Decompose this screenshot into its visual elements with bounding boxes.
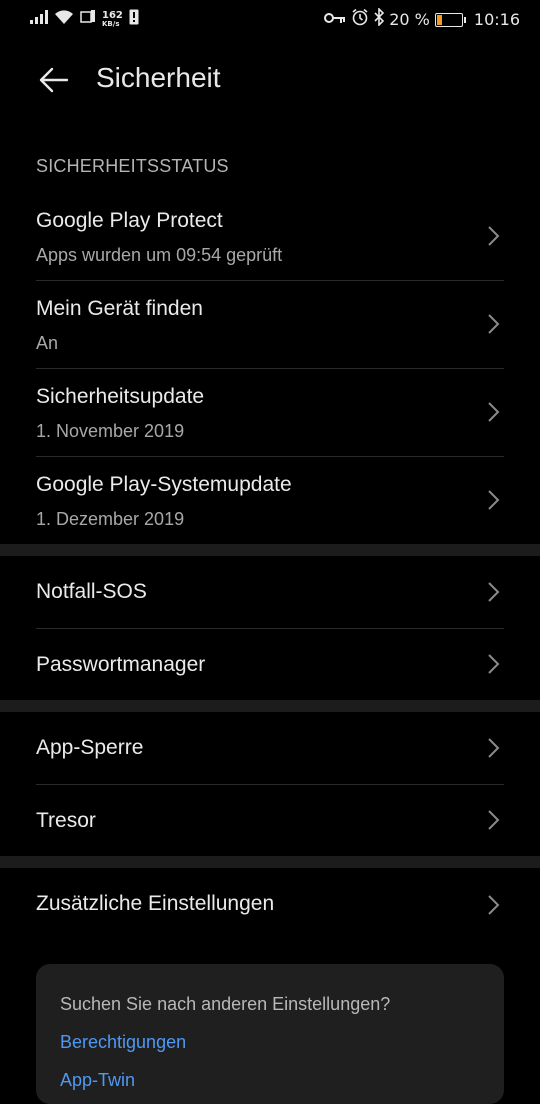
chevron-right-icon bbox=[488, 738, 500, 758]
settings-item-security-update[interactable]: Sicherheitsupdate 1. November 2019 bbox=[0, 376, 540, 456]
settings-item-additional-settings[interactable]: Zusätzliche Einstellungen bbox=[0, 868, 540, 942]
signal-icon bbox=[30, 10, 48, 29]
chevron-right-icon bbox=[488, 226, 500, 246]
chevron-right-icon bbox=[488, 490, 500, 510]
settings-item-title: Tresor bbox=[36, 809, 96, 832]
settings-item-title: Notfall-SOS bbox=[36, 580, 147, 603]
chevron-right-icon bbox=[488, 654, 500, 674]
settings-item-subtitle: 1. Dezember 2019 bbox=[36, 509, 185, 529]
status-bar: 162 KB/s 20 % 10:16 bbox=[0, 0, 540, 36]
key-icon bbox=[324, 11, 346, 29]
app-bar: Sicherheit bbox=[0, 50, 540, 110]
section-label-security-status: SICHERHEITSSTATUS bbox=[36, 156, 229, 176]
section-separator bbox=[0, 856, 540, 868]
link-permissions[interactable]: Berechtigungen bbox=[60, 1032, 186, 1053]
chevron-right-icon bbox=[488, 895, 500, 915]
arrow-left-icon bbox=[39, 67, 69, 93]
settings-item-title: Mein Gerät finden bbox=[36, 297, 203, 320]
settings-item-subtitle: 1. November 2019 bbox=[36, 421, 185, 441]
settings-item-app-lock[interactable]: App-Sperre bbox=[0, 712, 540, 784]
chevron-right-icon bbox=[488, 402, 500, 422]
back-button[interactable] bbox=[34, 62, 74, 98]
settings-item-emergency-sos[interactable]: Notfall-SOS bbox=[0, 556, 540, 628]
settings-item-title: Passwortmanager bbox=[36, 653, 206, 676]
clock: 10:16 bbox=[473, 10, 520, 29]
settings-item-title: Google Play Protect bbox=[36, 209, 223, 232]
alarm-icon bbox=[351, 8, 369, 31]
wifi-icon bbox=[54, 9, 74, 30]
divider bbox=[36, 280, 504, 281]
suggestions-question: Suchen Sie nach anderen Einstellungen? bbox=[60, 994, 391, 1014]
settings-item-title: App-Sperre bbox=[36, 736, 144, 759]
chevron-right-icon bbox=[488, 810, 500, 830]
chevron-right-icon bbox=[488, 314, 500, 334]
notification-icon bbox=[80, 10, 96, 29]
settings-item-subtitle: An bbox=[36, 333, 59, 353]
settings-item-title: Zusätzliche Einstellungen bbox=[36, 892, 275, 915]
settings-item-password-manager[interactable]: Passwortmanager bbox=[0, 629, 540, 700]
section-separator bbox=[0, 544, 540, 556]
settings-item-title: Google Play-Systemupdate bbox=[36, 473, 292, 496]
network-speed-unit: KB/s bbox=[102, 19, 120, 28]
chevron-right-icon bbox=[488, 582, 500, 602]
bluetooth-icon bbox=[374, 7, 385, 31]
battery-icon bbox=[434, 12, 466, 27]
settings-item-title: Sicherheitsupdate bbox=[36, 385, 205, 408]
network-speed-value: 162 bbox=[102, 9, 123, 21]
alert-icon bbox=[129, 9, 139, 30]
settings-item-safe[interactable]: Tresor bbox=[0, 785, 540, 856]
settings-item-find-my-device[interactable]: Mein Gerät finden An bbox=[0, 288, 540, 368]
divider bbox=[36, 456, 504, 457]
divider bbox=[36, 368, 504, 369]
section-separator bbox=[0, 700, 540, 712]
network-speed: 162 KB/s bbox=[102, 9, 123, 29]
settings-item-subtitle: Apps wurden um 09:54 geprüft bbox=[36, 245, 283, 265]
settings-item-google-play-system-update[interactable]: Google Play-Systemupdate 1. Dezember 201… bbox=[0, 464, 540, 544]
page-title: Sicherheit bbox=[96, 62, 221, 93]
settings-item-google-play-protect[interactable]: Google Play Protect Apps wurden um 09:54… bbox=[0, 200, 540, 280]
link-app-twin[interactable]: App-Twin bbox=[60, 1070, 135, 1091]
suggestions-card: Suchen Sie nach anderen Einstellungen? B… bbox=[36, 964, 504, 1104]
battery-percent: 20 % bbox=[389, 10, 430, 29]
